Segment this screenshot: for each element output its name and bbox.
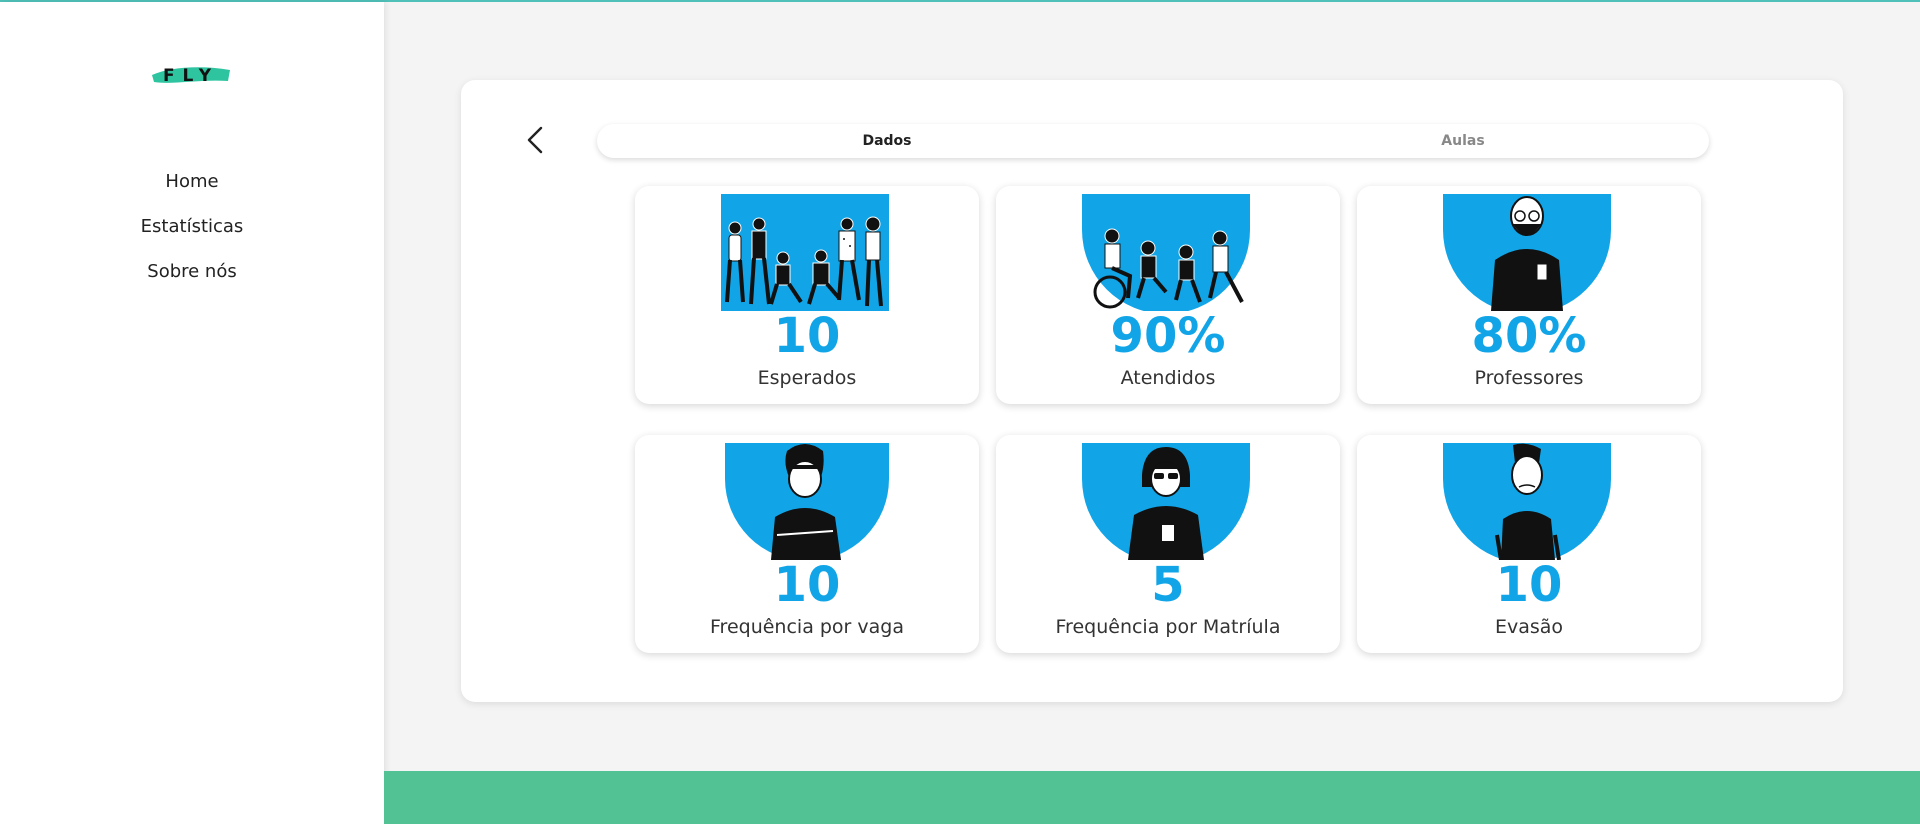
sidebar-item-sobre-nos[interactable]: Sobre nós xyxy=(0,258,384,303)
logo-text: FLY xyxy=(163,66,219,86)
student-sunglasses-illustration xyxy=(1082,443,1250,560)
stat-value: 10 xyxy=(1495,557,1563,613)
student-sad-illustration xyxy=(1443,443,1611,560)
stat-value: 10 xyxy=(773,308,841,364)
sidebar-item-home[interactable]: Home xyxy=(0,168,384,213)
stat-label: Frequência por vaga xyxy=(710,616,904,638)
sidebar-item-estatisticas[interactable]: Estatísticas xyxy=(0,213,384,258)
tab-aulas[interactable]: Aulas xyxy=(1173,124,1753,158)
stat-card-frequencia-por-vaga: 10 Frequência por vaga xyxy=(635,435,979,653)
stat-card-professores: 80% Professores xyxy=(1357,186,1701,404)
people-sitting-illustration xyxy=(1082,194,1250,311)
stat-label: Frequência por Matríula xyxy=(1055,616,1281,638)
footer-bar xyxy=(384,771,1920,824)
stats-panel: Dados Aulas 10 Esperados 90% Atendidos 8… xyxy=(461,80,1843,702)
student-arms-crossed-illustration xyxy=(725,443,889,560)
stat-value: 5 xyxy=(1151,557,1185,613)
stat-label: Evasão xyxy=(1494,616,1564,638)
stat-value: 10 xyxy=(773,557,841,613)
stat-label: Professores xyxy=(1474,367,1584,389)
fly-logo[interactable]: FLY xyxy=(150,61,232,89)
tab-bar: Dados Aulas xyxy=(597,124,1709,158)
stat-card-esperados: 10 Esperados xyxy=(635,186,979,404)
tab-dados[interactable]: Dados xyxy=(597,124,1177,158)
stat-value: 80% xyxy=(1471,308,1587,364)
stat-label: Esperados xyxy=(757,367,857,389)
stat-card-frequencia-por-matricula: 5 Frequência por Matríula xyxy=(996,435,1340,653)
group-of-people-illustration xyxy=(721,194,889,311)
teacher-illustration xyxy=(1443,194,1611,311)
stat-value: 90% xyxy=(1110,308,1226,364)
back-arrow-icon[interactable] xyxy=(521,122,551,158)
stat-card-evasao: 10 Evasão xyxy=(1357,435,1701,653)
sidebar-nav: Home Estatísticas Sobre nós xyxy=(0,168,384,303)
stat-label: Atendidos xyxy=(1120,367,1216,389)
stat-card-atendidos: 90% Atendidos xyxy=(996,186,1340,404)
sidebar: FLY Home Estatísticas Sobre nós xyxy=(0,2,384,824)
